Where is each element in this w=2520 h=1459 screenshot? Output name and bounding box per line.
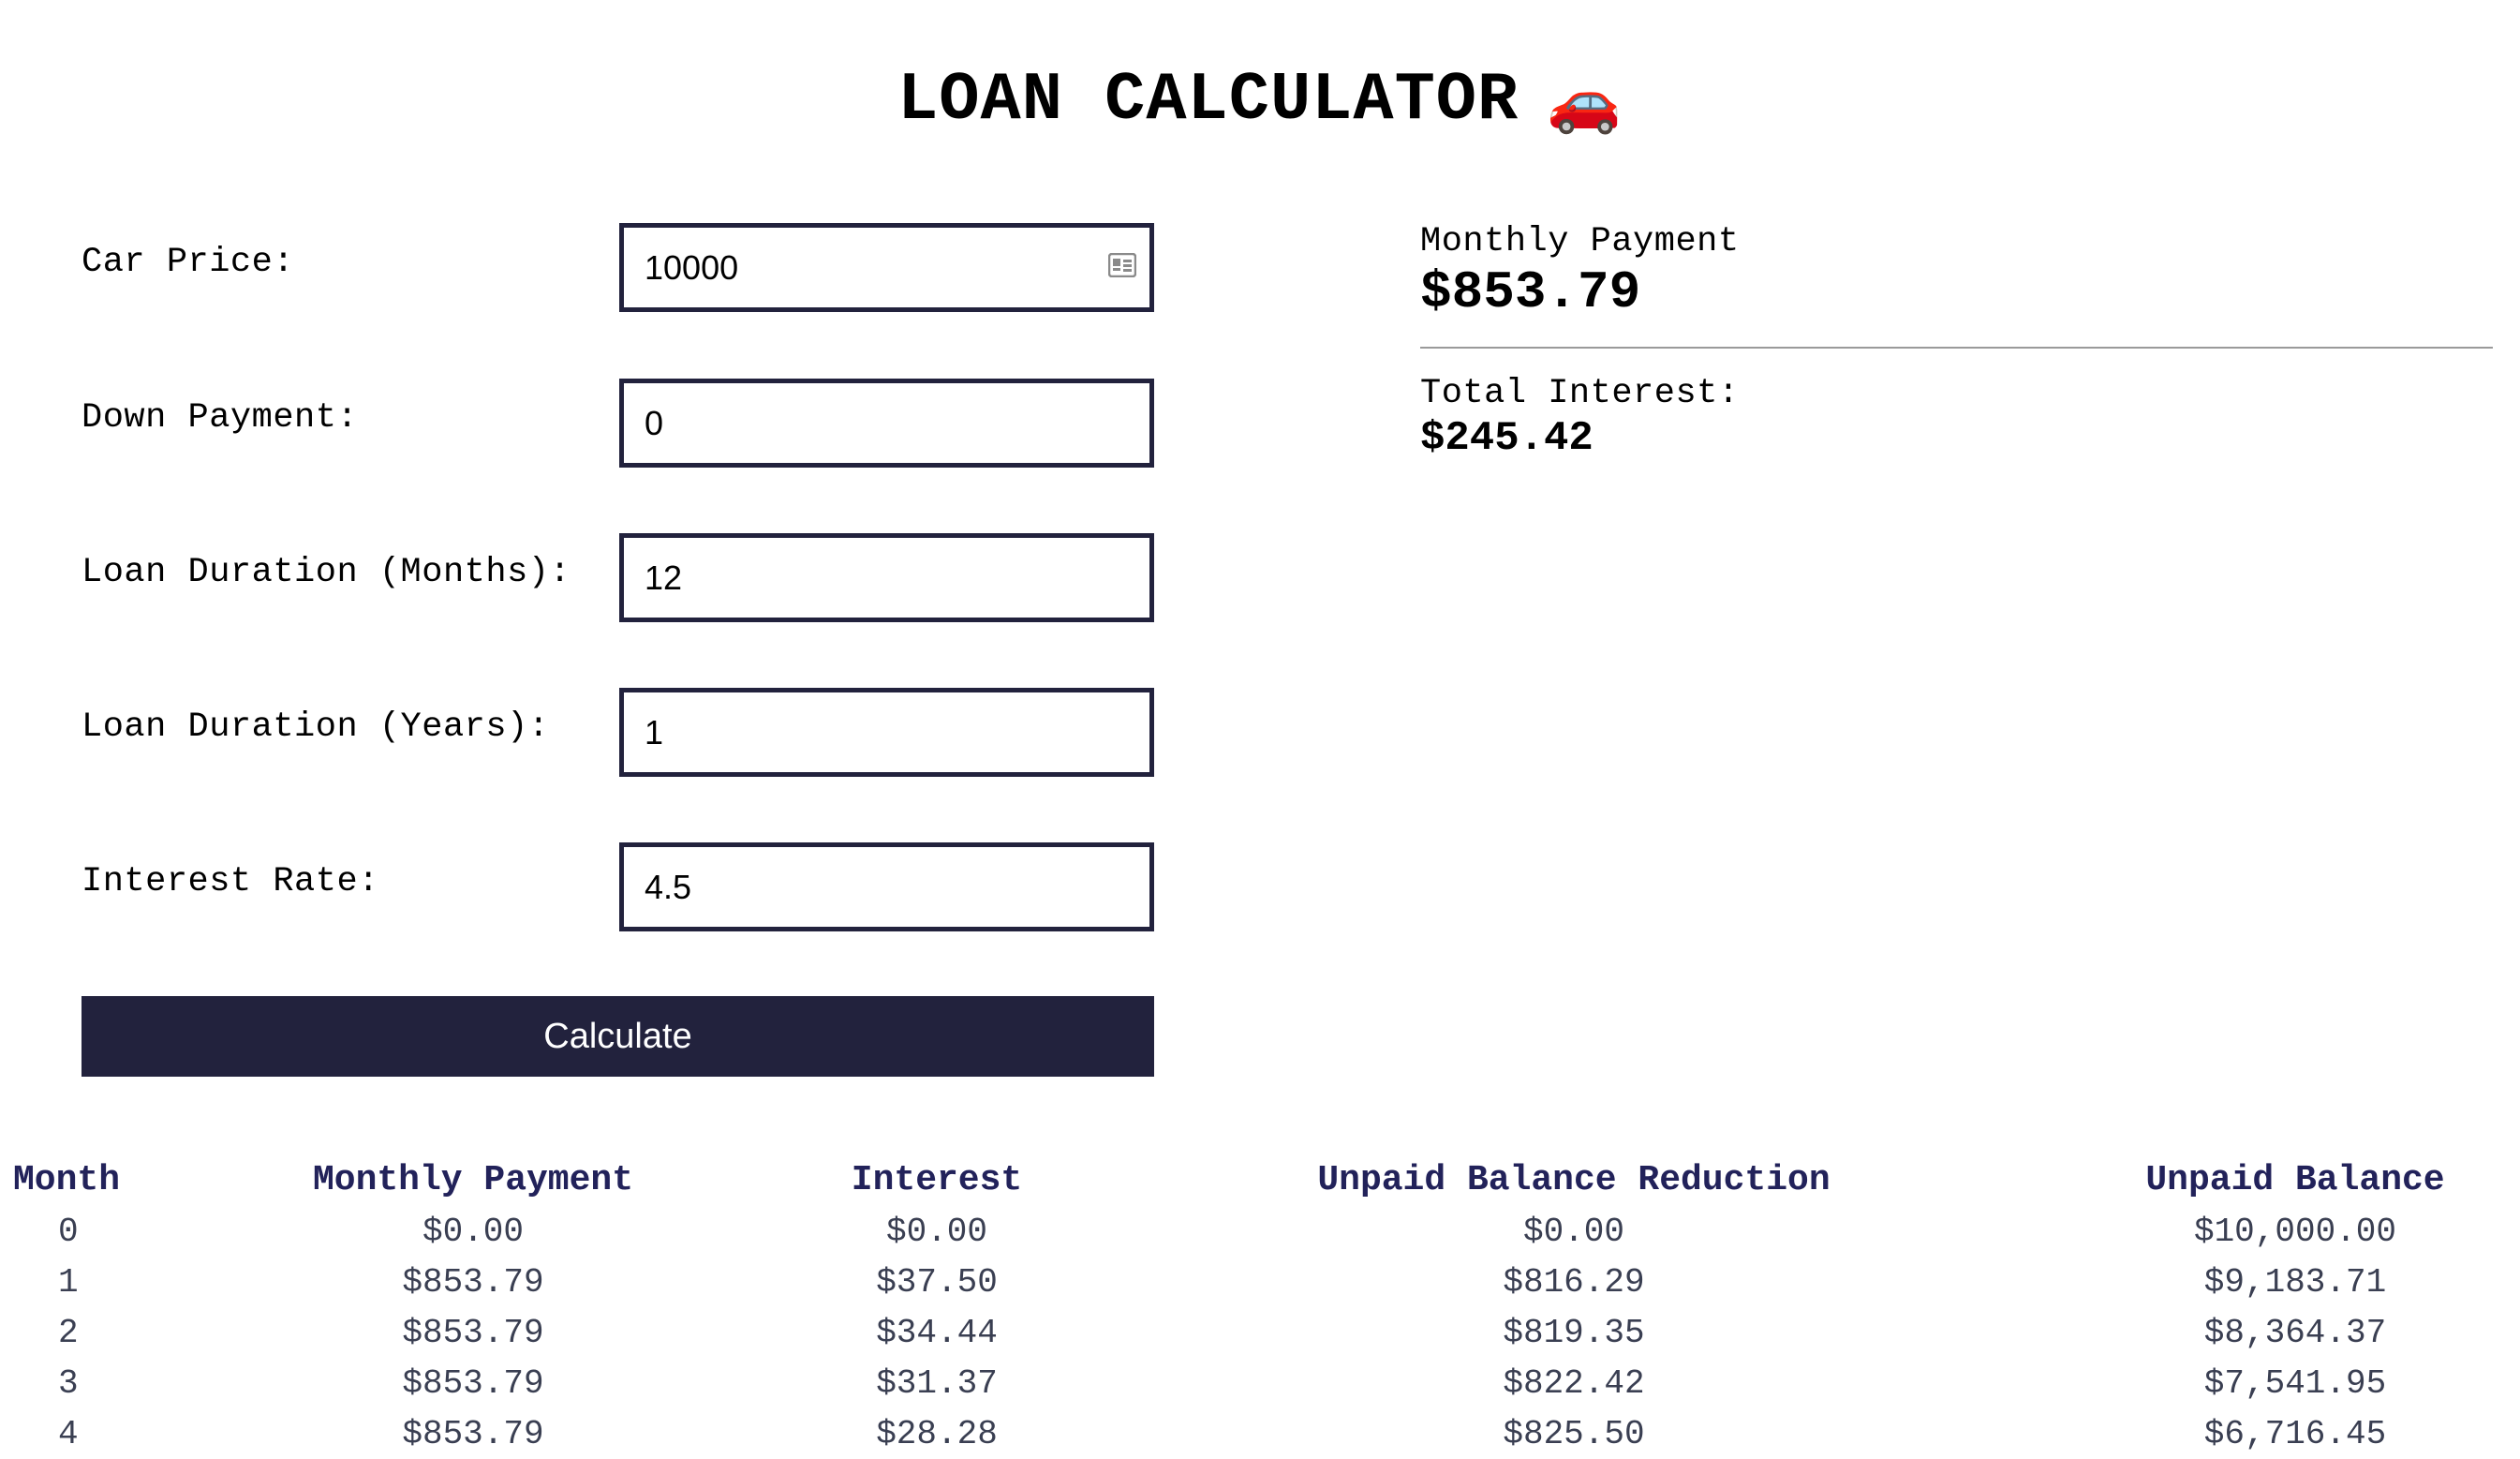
cell-month: 1 [58,1262,79,1302]
column-header-unpaid-balance: Unpaid Balance [2145,1159,2445,1200]
amortization-table: Month Monthly Payment Interest Unpaid Ba… [0,1154,2520,1459]
interest-rate-input[interactable] [619,842,1154,931]
table-row: 4 $853.79 $28.28 $825.50 $6,716.45 [0,1408,2520,1459]
cell-balance-reduction: $825.50 [1503,1414,1645,1453]
table-row: 0 $0.00 $0.00 $0.00 $10,000.00 [0,1206,2520,1257]
cell-monthly-payment: $853.79 [402,1414,544,1453]
contact-card-icon[interactable] [1108,253,1136,277]
cell-monthly-payment: $853.79 [402,1262,544,1302]
cell-unpaid-balance: $9,183.71 [2203,1262,2387,1302]
cell-interest: $31.37 [876,1363,998,1403]
column-header-interest: Interest [851,1159,1023,1200]
cell-monthly-payment: $853.79 [402,1313,544,1352]
car-price-label: Car Price: [82,243,295,282]
results-panel: Monthly Payment $853.79 Total Interest: … [1420,221,2493,463]
duration-years-input[interactable] [619,688,1154,777]
cell-unpaid-balance: $6,716.45 [2203,1414,2387,1453]
car-price-input[interactable] [619,223,1154,312]
results-divider [1420,347,2493,349]
car-price-row: Car Price: [82,223,1154,313]
cell-balance-reduction: $0.00 [1522,1212,1625,1251]
duration-months-row: Loan Duration (Months): [82,533,1154,623]
duration-months-input[interactable] [619,533,1154,622]
interest-rate-label: Interest Rate: [82,862,379,901]
cell-monthly-payment: $853.79 [402,1363,544,1403]
page-title-text: LOAN CALCULATOR [897,62,1519,139]
cell-month: 4 [58,1414,79,1453]
table-header-row: Month Monthly Payment Interest Unpaid Ba… [0,1154,2520,1206]
table-row: 1 $853.79 $37.50 $816.29 $9,183.71 [0,1257,2520,1307]
down-payment-input[interactable] [619,379,1154,468]
column-header-monthly-payment: Monthly Payment [312,1159,634,1200]
table-row: 2 $853.79 $34.44 $819.35 $8,364.37 [0,1307,2520,1358]
cell-balance-reduction: $819.35 [1503,1313,1645,1352]
monthly-payment-value: $853.79 [1420,262,1641,322]
down-payment-label: Down Payment: [82,398,359,438]
page-title: LOAN CALCULATOR 🚗 [0,58,2520,144]
column-header-balance-reduction: Unpaid Balance Reduction [1317,1159,1831,1200]
cell-monthly-payment: $0.00 [422,1212,525,1251]
cell-unpaid-balance: $7,541.95 [2203,1363,2387,1403]
cell-interest: $0.00 [885,1212,988,1251]
car-icon: 🚗 [1547,67,1623,137]
cell-interest: $34.44 [876,1313,998,1352]
duration-years-row: Loan Duration (Years): [82,688,1154,778]
interest-rate-row: Interest Rate: [82,842,1154,932]
cell-unpaid-balance: $8,364.37 [2203,1313,2387,1352]
column-header-month: Month [13,1159,121,1200]
cell-balance-reduction: $822.42 [1503,1363,1645,1403]
cell-month: 2 [58,1313,79,1352]
table-row: 3 $853.79 $31.37 $822.42 $7,541.95 [0,1358,2520,1408]
cell-balance-reduction: $816.29 [1503,1262,1645,1302]
monthly-payment-label: Monthly Payment [1420,222,1740,261]
duration-months-label: Loan Duration (Months): [82,553,571,592]
total-interest-label: Total Interest: [1420,374,1740,413]
total-interest-value: $245.42 [1420,415,1594,462]
cell-unpaid-balance: $10,000.00 [2193,1212,2397,1251]
cell-interest: $28.28 [876,1414,998,1453]
cell-interest: $37.50 [876,1262,998,1302]
cell-month: 0 [58,1212,79,1251]
calculate-button[interactable]: Calculate [82,996,1154,1077]
cell-month: 3 [58,1363,79,1403]
duration-years-label: Loan Duration (Years): [82,707,550,747]
down-payment-row: Down Payment: [82,379,1154,469]
